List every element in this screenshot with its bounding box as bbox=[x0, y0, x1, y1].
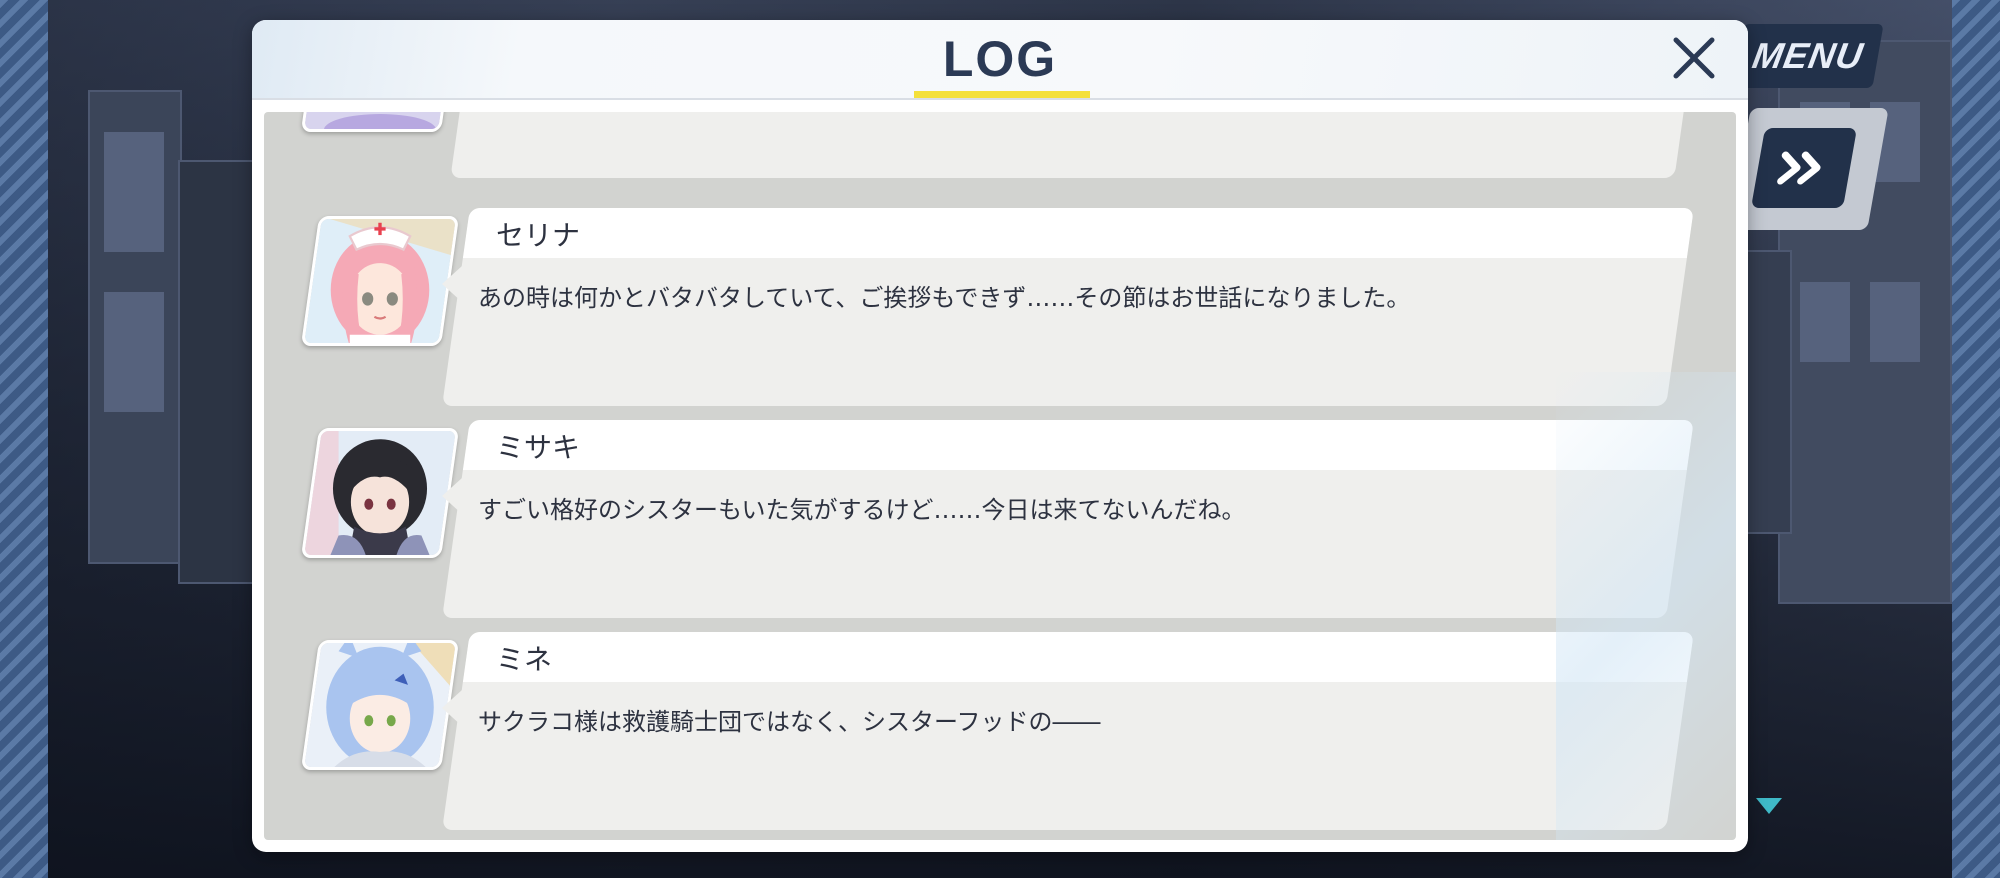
dialogue-text: サクラコ様は救護騎士団ではなく、シスターフッドの―― bbox=[478, 708, 1101, 736]
speaker-name: セリナ bbox=[496, 219, 581, 252]
log-entry: セリナ あの時は何かとバタバタしていて、ご挨拶もできず……その節はお世話になりま… bbox=[264, 208, 1736, 408]
background-building bbox=[88, 90, 182, 564]
speaker-name-bar bbox=[462, 632, 1694, 682]
dialogue-bubble bbox=[450, 112, 1686, 178]
log-panel: LOG セリナ あの時は何かとバタバタしていて、ご挨拶もできず……その節はお世話… bbox=[252, 20, 1748, 852]
menu-button[interactable]: MENU bbox=[1732, 24, 1884, 88]
dialogue-text: あの時は何かとバタバタしていて、ご挨拶もできず……その節はお世話になりました。 bbox=[478, 284, 1411, 312]
speaker-name: ミサキ bbox=[496, 431, 581, 464]
character-portrait bbox=[300, 112, 460, 132]
fast-forward-button[interactable] bbox=[1750, 128, 1858, 208]
character-portrait bbox=[300, 428, 460, 558]
scroll-down-indicator-icon bbox=[1756, 798, 1782, 814]
character-portrait bbox=[300, 216, 460, 346]
right-edge-stripe bbox=[1952, 0, 2000, 878]
log-scroll-area[interactable]: セリナ あの時は何かとバタバタしていて、ご挨拶もできず……その節はお世話になりま… bbox=[264, 112, 1736, 840]
close-icon bbox=[1673, 37, 1715, 79]
speaker-name-bar bbox=[462, 208, 1694, 258]
panel-title: LOG bbox=[942, 31, 1058, 87]
menu-button-label: MENU bbox=[1749, 35, 1867, 76]
fast-forward-icon bbox=[1777, 151, 1821, 185]
speaker-name-bar bbox=[462, 420, 1694, 470]
close-button[interactable] bbox=[1662, 26, 1726, 90]
character-portrait bbox=[300, 640, 460, 770]
speaker-name: ミネ bbox=[496, 643, 553, 676]
title-underline bbox=[914, 91, 1090, 98]
log-entry: ミネ サクラコ様は救護騎士団ではなく、シスターフッドの―― bbox=[264, 632, 1736, 832]
dialogue-text: すごい格好のシスターもいた気がするけど……今日は来てないんだね。 bbox=[478, 496, 1246, 524]
log-panel-header: LOG bbox=[252, 20, 1748, 100]
log-entry: ミサキ すごい格好のシスターもいた気がするけど……今日は来てないんだね。 bbox=[264, 420, 1736, 620]
left-edge-stripe bbox=[0, 0, 48, 878]
